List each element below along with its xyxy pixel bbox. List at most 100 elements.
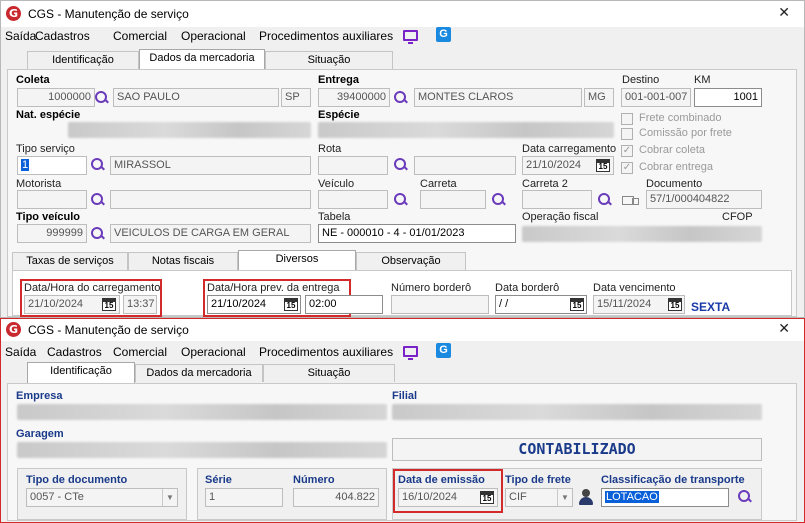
menu-procedimentos[interactable]: Procedimentos auxiliares	[259, 29, 393, 43]
subtab-notas[interactable]: Notas fiscais	[128, 252, 238, 270]
status-badge: CONTABILIZADO	[392, 438, 762, 461]
menu-operacional[interactable]: Operacional	[181, 29, 246, 43]
dh-carregamento-date: 21/10/2024	[28, 298, 84, 310]
calendar-icon[interactable]: 15	[570, 298, 584, 311]
tipo-servico-search-icon[interactable]	[91, 158, 105, 172]
chevron-down-icon[interactable]: ▼	[162, 489, 177, 506]
g-app-icon[interactable]: G	[436, 343, 451, 358]
dh-prev-entrega-label: Data/Hora prev. da entrega	[207, 282, 340, 294]
data-emissao-label: Data de emissão	[398, 474, 485, 486]
operacao-fiscal-blurred	[522, 226, 762, 242]
tabela-field[interactable]: NE - 000010 - 4 - 01/01/2023	[318, 224, 516, 243]
chevron-down-icon[interactable]: ▼	[557, 489, 572, 506]
tab-dados-mercadoria[interactable]: Dados da mercadoria	[139, 49, 265, 70]
tipo-veiculo-code-field[interactable]: 999999	[17, 224, 87, 243]
user-icon[interactable]	[578, 489, 594, 505]
numero-bordero-field[interactable]	[391, 295, 489, 314]
coleta-code-field[interactable]: 1000000	[17, 88, 95, 107]
entrega-label: Entrega	[318, 74, 359, 86]
dh-prev-entrega-time-field[interactable]: 02:00	[305, 295, 383, 314]
frete-combinado-checkbox[interactable]	[621, 113, 633, 125]
app-logo-icon: G	[6, 322, 21, 337]
tab-identificacao[interactable]: Identificação	[27, 51, 139, 69]
tipo-servico-label: Tipo serviço	[16, 143, 75, 155]
dh-prev-entrega-date: 21/10/2024	[211, 298, 267, 310]
classificacao-input[interactable]: LOTACAO	[601, 488, 729, 507]
g-app-icon[interactable]: G	[436, 27, 451, 42]
data-carregamento-value: 21/10/2024	[526, 159, 582, 171]
menu-comercial[interactable]: Comercial	[113, 345, 167, 359]
km-label: KM	[694, 74, 711, 86]
close-icon[interactable]: ✕	[778, 4, 790, 21]
tab-dados-mercadoria[interactable]: Dados da mercadoria	[135, 364, 263, 382]
motorista-name-field	[110, 190, 311, 209]
window-title: CGS - Manutenção de serviço	[28, 7, 189, 21]
menu-operacional[interactable]: Operacional	[181, 345, 246, 359]
dh-carregamento-time-field[interactable]: 13:37	[123, 295, 157, 314]
rota-code-field[interactable]	[318, 156, 388, 175]
numero-field[interactable]: 404.822	[293, 488, 379, 507]
calendar-icon[interactable]: 15	[102, 298, 116, 311]
monitor-icon[interactable]	[403, 346, 418, 360]
tipo-frete-label: Tipo de frete	[505, 474, 571, 486]
carreta2-label: Carreta 2	[522, 178, 568, 190]
veiculo-search-icon[interactable]	[394, 193, 408, 207]
menu-comercial[interactable]: Comercial	[113, 29, 167, 43]
data-vencimento-label: Data vencimento	[593, 282, 676, 294]
calendar-icon[interactable]: 15	[668, 298, 682, 311]
tipo-veiculo-search-icon[interactable]	[91, 227, 105, 241]
km-input[interactable]: 1001	[694, 88, 762, 107]
tipo-servico-code-input[interactable]: 1	[17, 156, 87, 175]
calendar-icon[interactable]: 15	[284, 298, 298, 311]
dados-mercadoria-panel: Coleta 1000000 SAO PAULO SP Entrega 3940…	[7, 69, 797, 317]
carreta-search-icon[interactable]	[492, 193, 506, 207]
entrega-uf-field: MG	[584, 88, 614, 107]
tabela-label: Tabela	[318, 211, 351, 223]
menu-cadastros[interactable]: Cadastros	[35, 29, 90, 43]
tipo-documento-select[interactable]: 0057 - CTe ▼	[26, 488, 178, 507]
carreta2-field[interactable]	[522, 190, 592, 209]
motorista-search-icon[interactable]	[91, 193, 105, 207]
documento-label: Documento	[646, 178, 703, 190]
veiculo-field[interactable]	[318, 190, 388, 209]
subtab-taxas[interactable]: Taxas de serviços	[12, 252, 128, 270]
entrega-search-icon[interactable]	[394, 91, 408, 105]
carreta-field[interactable]	[420, 190, 486, 209]
subtab-diversos[interactable]: Diversos	[238, 250, 356, 271]
monitor-icon[interactable]	[403, 30, 418, 44]
data-emissao-value: 16/10/2024	[402, 491, 458, 503]
cobrar-coleta-checkbox[interactable]: ✓	[621, 145, 633, 157]
tab-situacao[interactable]: Situação	[265, 51, 393, 69]
classificacao-value: LOTACAO	[605, 491, 659, 503]
classificacao-label: Classificação de transporte	[601, 474, 745, 486]
menu-saida[interactable]: Saída	[5, 29, 36, 43]
numero-bordero-label: Número borderô	[391, 282, 472, 294]
coleta-search-icon[interactable]	[95, 91, 109, 105]
menu-cadastros[interactable]: Cadastros	[47, 345, 102, 359]
comissao-checkbox[interactable]	[621, 128, 633, 140]
serie-field[interactable]: 1	[205, 488, 283, 507]
destino-label: Destino	[622, 74, 660, 86]
comissao-label: Comissão por frete	[639, 127, 732, 139]
entrega-city-field: MONTES CLAROS	[414, 88, 582, 107]
coleta-label: Coleta	[16, 74, 50, 86]
carreta2-search-icon[interactable]	[598, 193, 612, 207]
calendar-icon[interactable]: 15	[596, 159, 610, 172]
window-overlay: G CGS - Manutenção de serviço ✕ Saída Ca…	[0, 318, 805, 523]
empresa-blurred	[17, 404, 387, 420]
cobrar-entrega-checkbox[interactable]: ✓	[621, 162, 633, 174]
menu-procedimentos[interactable]: Procedimentos auxiliares	[259, 345, 393, 359]
calendar-icon[interactable]: 15	[480, 491, 494, 504]
tab-identificacao[interactable]: Identificação	[27, 362, 135, 383]
rota-label: Rota	[318, 143, 342, 155]
data-bordero-value: / /	[499, 298, 509, 310]
subtab-observacao[interactable]: Observação	[356, 252, 466, 270]
entrega-code-field[interactable]: 39400000	[318, 88, 390, 107]
tipo-frete-select[interactable]: CIF ▼	[505, 488, 573, 507]
close-icon[interactable]: ✕	[778, 320, 790, 337]
rota-search-icon[interactable]	[394, 158, 408, 172]
menu-saida[interactable]: Saída	[5, 345, 36, 359]
tab-situacao[interactable]: Situação	[263, 364, 395, 382]
motorista-code-field[interactable]	[17, 190, 87, 209]
classificacao-search-icon[interactable]	[738, 490, 752, 504]
